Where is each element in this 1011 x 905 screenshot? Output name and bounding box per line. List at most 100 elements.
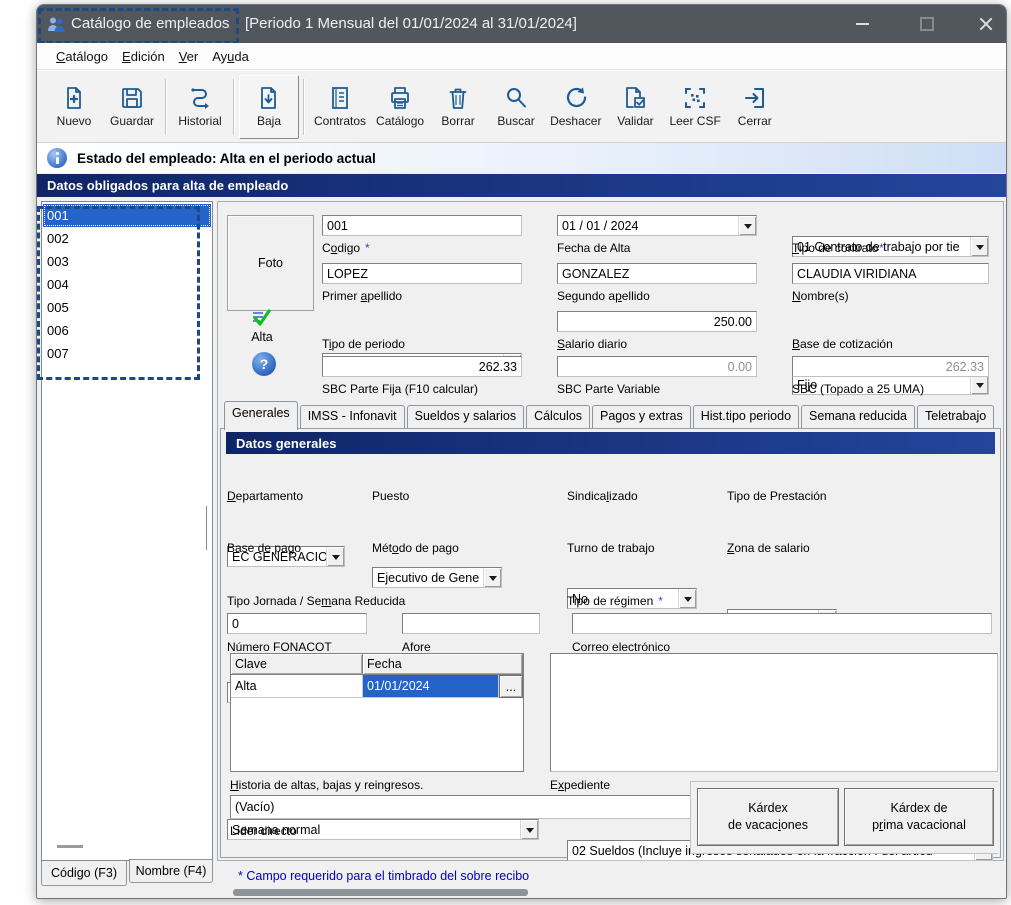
toolbar-button-deshacer[interactable]: Deshacer — [545, 76, 606, 138]
menu-ver[interactable]: Ver — [172, 46, 206, 67]
puesto-select[interactable]: Ejecutivo de Gene — [372, 567, 502, 588]
puesto-label: Puesto — [372, 489, 409, 503]
chevron-down-icon[interactable] — [678, 589, 696, 608]
qr-code-icon — [682, 85, 708, 111]
menu-ayuda[interactable]: Ayuda — [205, 46, 256, 67]
tab-imss-infonavit[interactable]: IMSS - Infonavit — [300, 405, 405, 429]
tipo-regimen-label: Tipo de régimen* — [567, 594, 663, 608]
codigo-input[interactable]: 001 — [322, 215, 522, 236]
toolbar-button-guardar[interactable]: Guardar — [103, 76, 161, 138]
departamento-label: Departamento — [227, 489, 303, 503]
codigo-label: Codigo* — [322, 241, 370, 255]
history-flow-icon — [187, 85, 213, 111]
trash-icon — [445, 85, 471, 111]
chevron-down-icon[interactable] — [970, 375, 988, 394]
menu-bar: Catálogo Edición Ver Ayuda — [37, 43, 1006, 70]
fonacot-input[interactable]: 0 — [227, 613, 367, 634]
chevron-down-icon[interactable] — [520, 820, 538, 839]
section-header-obligados: Datos obligados para alta de empleado — [37, 174, 1006, 197]
toolbar-button-baja[interactable]: Baja — [239, 75, 299, 139]
nombres-label: Nombre(s) — [792, 289, 849, 303]
correo-label: Correo electrónico — [572, 640, 670, 654]
salario-diario-input[interactable]: 250.00 — [557, 311, 757, 332]
nombres-input[interactable]: CLAUDIA VIRIDIANA — [792, 263, 989, 284]
validate-document-icon — [622, 85, 648, 111]
tab-calculos[interactable]: Cálculos — [526, 405, 590, 429]
maximize-button[interactable] — [905, 5, 949, 43]
tab-nombre-f4[interactable]: Nombre (F4) — [129, 859, 213, 883]
kardex-vacaciones-button[interactable]: Kárdex de vacaciones — [697, 788, 839, 846]
toolbar-label: Guardar — [110, 114, 154, 128]
column-header-clave[interactable]: Clave — [231, 654, 363, 675]
tab-teletrabajo[interactable]: Teletrabajo — [917, 405, 994, 429]
correo-input[interactable] — [572, 613, 992, 634]
menu-edicion[interactable]: Edición — [115, 46, 172, 67]
tab-hist-tipo-periodo[interactable]: Hist.tipo periodo — [693, 405, 799, 429]
toolbar-separator — [233, 79, 235, 135]
toolbar-label: Borrar — [441, 114, 474, 128]
menu-catalogo[interactable]: Catálogo — [49, 46, 115, 67]
segundo-apellido-input[interactable]: GONZALEZ — [557, 263, 757, 284]
required-field-note: * Campo requerido para el timbrado del s… — [238, 869, 529, 883]
sbc-variable-label: SBC Parte Variable — [557, 382, 660, 396]
sbc-fija-input[interactable]: 262.33 — [322, 356, 522, 377]
toolbar-label: Buscar — [497, 114, 534, 128]
toolbar-button-validar[interactable]: Validar — [606, 76, 664, 138]
table-cell-fecha[interactable]: 01/01/2024 — [363, 675, 499, 698]
toolbar-button-buscar[interactable]: Buscar — [487, 76, 545, 138]
horizontal-scrollbar-thumb[interactable] — [233, 889, 528, 896]
toolbar-button-leer-csf[interactable]: Leer CSF — [664, 76, 725, 138]
sbc-variable-input: 0.00 — [557, 356, 757, 377]
primer-apellido-input[interactable]: LOPEZ — [322, 263, 522, 284]
fecha-alta-select[interactable]: 01 / 01 / 2024 — [557, 215, 757, 236]
tab-generales[interactable]: Generales — [224, 401, 298, 430]
toolbar-label: Nuevo — [57, 114, 92, 128]
detail-tabs: Generales IMSS - Infonavit Sueldos y sal… — [224, 404, 996, 429]
tipo-contrato-label: Tipo de contrato* — [792, 241, 884, 255]
toolbar-label: Validar — [617, 114, 653, 128]
toolbar-button-nuevo[interactable]: Nuevo — [45, 76, 103, 138]
chevron-down-icon[interactable] — [483, 568, 501, 587]
expediente-area[interactable] — [550, 653, 998, 772]
browse-date-button[interactable]: ... — [499, 675, 523, 698]
sbc-fija-label: SBC Parte Fija (F10 calcular) — [322, 382, 478, 396]
help-icon[interactable]: ? — [252, 352, 276, 376]
magnifier-icon — [503, 85, 529, 111]
toolbar-button-catalogo[interactable]: Catálogo — [371, 76, 429, 138]
chevron-down-icon[interactable] — [738, 216, 756, 235]
segundo-apellido-value: GONZALEZ — [562, 267, 752, 281]
toolbar-button-cerrar[interactable]: Cerrar — [726, 76, 784, 138]
toolbar-button-borrar[interactable]: Borrar — [429, 76, 487, 138]
chevron-down-icon[interactable] — [326, 547, 344, 566]
tab-codigo-f3[interactable]: Código (F3) — [41, 861, 127, 886]
column-header-fecha[interactable]: Fecha — [363, 654, 523, 675]
expediente-label: Expediente — [550, 778, 610, 792]
exit-icon — [742, 85, 768, 111]
tab-pagos-extras[interactable]: Pagos y extras — [592, 405, 691, 429]
toolbar-label: Leer CSF — [669, 114, 720, 128]
chevron-down-icon[interactable] — [970, 237, 988, 256]
base-pago-label: Base de pago — [227, 541, 301, 555]
kardex-panel: Kárdex de vacaciones Kárdex de prima vac… — [690, 781, 998, 854]
turno-trabajo-label: Turno de trabajo — [567, 541, 655, 555]
tab-sueldos-salarios[interactable]: Sueldos y salarios — [407, 405, 524, 429]
toolbar-button-contratos[interactable]: Contratos — [309, 76, 371, 138]
printer-icon — [387, 85, 413, 111]
metodo-pago-label: Método de pago — [372, 541, 459, 555]
contract-document-icon — [327, 85, 353, 111]
app-window: Catálogo de empleados [Periodo 1 Mensual… — [36, 4, 1007, 899]
kardex-prima-vacacional-button[interactable]: Kárdex de prima vacacional — [844, 788, 994, 846]
table-cell-clave[interactable]: Alta — [231, 675, 363, 698]
kardex-vacaciones-line1: Kárdex — [748, 800, 788, 817]
alta-status-label: Alta — [248, 330, 276, 344]
photo-placeholder[interactable]: Foto — [227, 215, 314, 311]
splitter-handle[interactable] — [206, 506, 207, 550]
sindicalizado-label: Sindicalizado — [567, 489, 638, 503]
kardex-prima-line2: prima vacacional — [872, 817, 966, 834]
list-scrollbar-thumb[interactable] — [57, 845, 83, 848]
tab-semana-reducida[interactable]: Semana reducida — [801, 405, 915, 429]
minimize-button[interactable] — [840, 5, 884, 43]
close-button[interactable] — [964, 5, 1008, 43]
toolbar-button-historial[interactable]: Historial — [171, 76, 229, 138]
afore-input[interactable] — [402, 613, 540, 634]
